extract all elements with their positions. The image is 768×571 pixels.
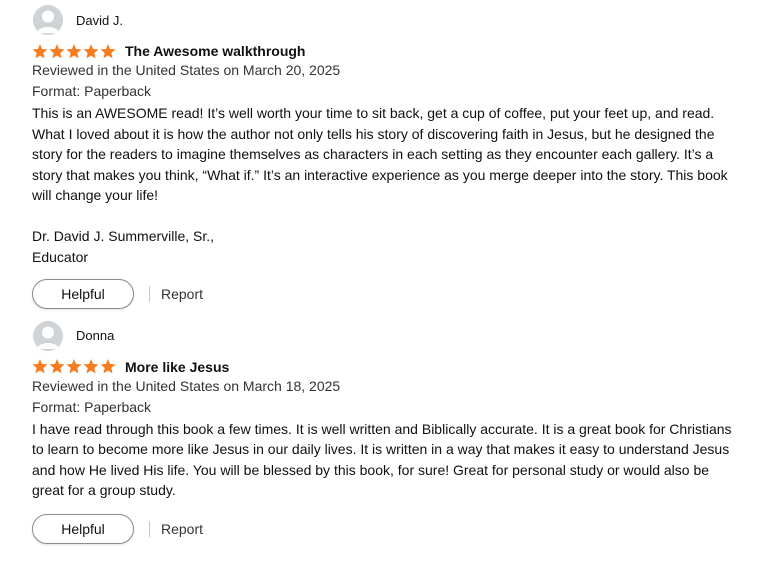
star-icon bbox=[100, 359, 116, 374]
review-title[interactable]: More like Jesus bbox=[125, 359, 229, 375]
reviewer-name: David J. bbox=[76, 12, 123, 28]
review-body: This is an AWESOME read! It’s well worth… bbox=[32, 105, 728, 203]
avatar-icon bbox=[33, 5, 63, 35]
review-signature-name: Dr. David J. Summerville, Sr., bbox=[32, 227, 215, 244]
review-format: Format: Paperback bbox=[32, 83, 152, 99]
star-icon bbox=[32, 359, 48, 374]
action-divider bbox=[149, 285, 150, 302]
star-rating[interactable] bbox=[32, 359, 116, 374]
reviewer-profile[interactable]: David J. bbox=[33, 4, 768, 36]
review-body: I have read through this book a few time… bbox=[32, 420, 732, 499]
report-link[interactable]: Report bbox=[161, 521, 203, 537]
star-icon bbox=[83, 359, 99, 374]
reviewer-profile[interactable]: Donna bbox=[33, 320, 768, 352]
review-date: Reviewed in the United States on March 2… bbox=[32, 62, 341, 78]
reviews-list: David J. The Awesome walkthrough Reviewe… bbox=[0, 0, 768, 571]
star-icon bbox=[66, 359, 82, 374]
reviewer-name: Donna bbox=[76, 328, 115, 343]
helpful-button[interactable]: Helpful bbox=[32, 278, 134, 309]
star-rating[interactable] bbox=[32, 43, 116, 59]
avatar-icon bbox=[33, 320, 63, 351]
review-card: Donna More like Jesus Reviewed in the Un… bbox=[32, 320, 768, 545]
action-divider bbox=[149, 520, 150, 537]
star-icon bbox=[66, 43, 82, 58]
star-icon bbox=[32, 43, 48, 58]
star-icon bbox=[100, 43, 116, 58]
review-signature-role: Educator bbox=[32, 248, 89, 265]
star-icon bbox=[49, 359, 65, 374]
star-icon bbox=[49, 43, 65, 58]
helpful-button[interactable]: Helpful bbox=[32, 513, 134, 544]
review-format: Format: Paperback bbox=[32, 398, 152, 415]
star-icon bbox=[83, 43, 99, 58]
review-title[interactable]: The Awesome walkthrough bbox=[125, 43, 305, 59]
review-date: Reviewed in the United States on March 1… bbox=[32, 377, 341, 394]
report-link[interactable]: Report bbox=[161, 286, 203, 302]
review-card: David J. The Awesome walkthrough Reviewe… bbox=[32, 4, 768, 310]
